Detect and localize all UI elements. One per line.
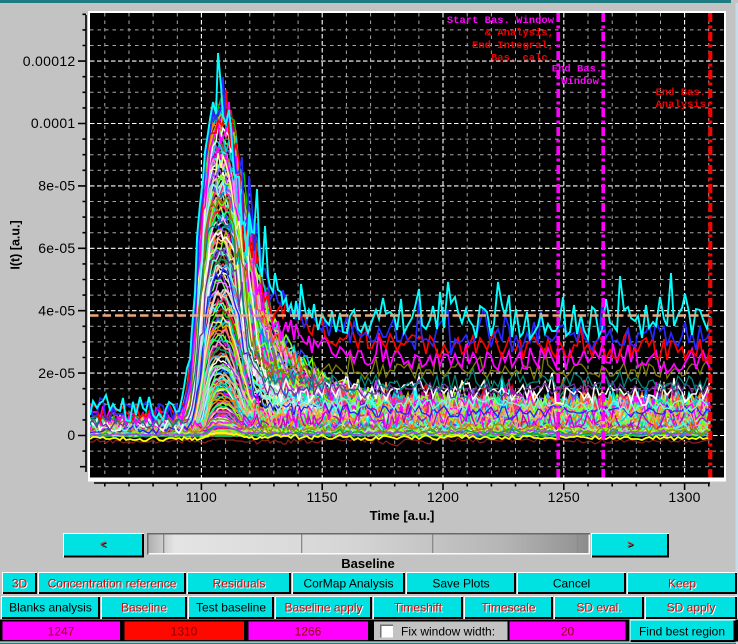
svg-text:Baseline: Baseline (121, 601, 167, 615)
svg-text:Save Plots: Save Plots (432, 577, 489, 591)
svg-text:End Bas.: End Bas. (656, 87, 706, 99)
svg-text:0.0001: 0.0001 (31, 115, 76, 131)
svg-text:20: 20 (561, 625, 575, 639)
svg-text:1250: 1250 (548, 489, 580, 505)
svg-text:2e-05: 2e-05 (38, 365, 75, 381)
svg-text:0: 0 (67, 427, 75, 443)
svg-text:Find best region: Find best region (639, 625, 725, 639)
svg-text:1266: 1266 (295, 625, 322, 639)
svg-text:1310: 1310 (171, 625, 198, 639)
svg-text:Start Bas. Window: Start Bas. Window (447, 15, 555, 27)
svg-text:Test baseline: Test baseline (196, 601, 266, 615)
svg-text:Cancel: Cancel (553, 577, 590, 591)
svg-text:Analysis: Analysis (656, 99, 706, 111)
svg-text:1247: 1247 (48, 625, 75, 639)
svg-text:Baseline apply: Baseline apply (284, 601, 362, 615)
svg-text:SD eval.: SD eval. (576, 601, 621, 615)
svg-text:4e-05: 4e-05 (38, 302, 75, 318)
svg-text:Timescale: Timescale (481, 601, 536, 615)
svg-text:6e-05: 6e-05 (38, 240, 75, 256)
svg-text:1200: 1200 (427, 489, 459, 505)
svg-text:Residuals: Residuals (213, 577, 266, 591)
svg-text:Time [a.u.]: Time [a.u.] (370, 508, 435, 523)
svg-text:& Analysis,: & Analysis, (485, 28, 554, 40)
svg-text:I(t) [a.u.]: I(t) [a.u.] (9, 220, 23, 269)
svg-text:0.00012: 0.00012 (23, 53, 76, 69)
svg-text:Timeshift: Timeshift (394, 601, 443, 615)
svg-text:1150: 1150 (307, 489, 338, 505)
svg-text:CorMap Analysis: CorMap Analysis (303, 577, 393, 591)
svg-text:End Bas.: End Bas. (552, 64, 602, 76)
svg-text:8e-05: 8e-05 (38, 178, 75, 194)
svg-text:Keep: Keep (668, 577, 696, 591)
svg-text:>: > (627, 540, 633, 551)
svg-text:Concentration reference: Concentration reference (48, 577, 177, 591)
svg-text:Baseline: Baseline (341, 556, 394, 571)
svg-text:<: < (100, 540, 106, 551)
svg-text:End Integral,: End Integral, (472, 40, 554, 52)
svg-text:Fix window width:: Fix window width: (401, 625, 495, 639)
svg-text:Blanks analysis: Blanks analysis (9, 601, 92, 615)
svg-text:1100: 1100 (186, 489, 217, 505)
svg-text:Window: Window (561, 76, 600, 88)
svg-text:SD apply: SD apply (667, 601, 716, 615)
svg-text:1300: 1300 (668, 489, 700, 505)
svg-text:Bas. calc.: Bas. calc. (491, 53, 554, 65)
svg-text:3D: 3D (12, 577, 28, 591)
